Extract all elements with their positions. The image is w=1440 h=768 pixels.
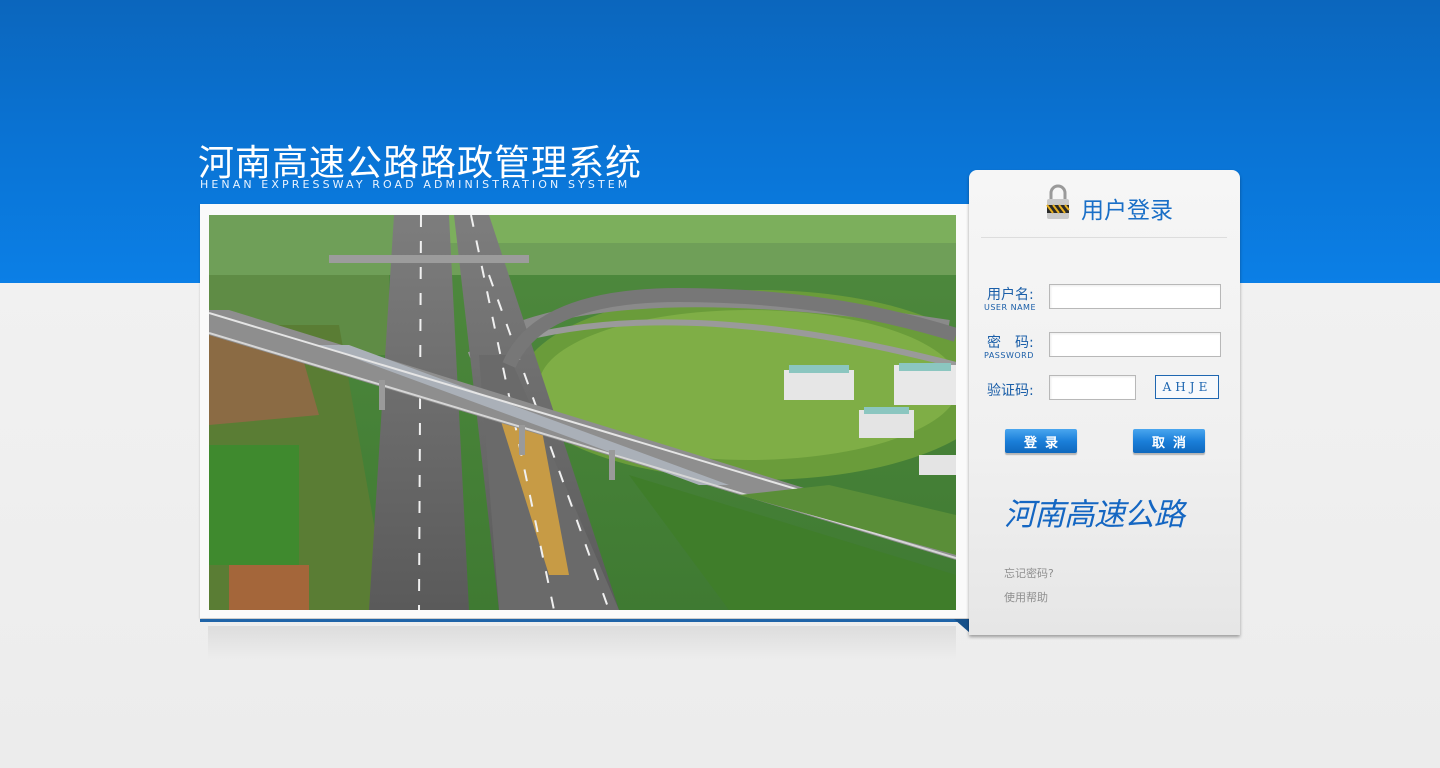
username-label: 用户名:	[987, 287, 1034, 303]
captcha-label: 验证码:	[987, 383, 1034, 399]
captcha-image[interactable]: AHJE	[1155, 375, 1219, 399]
password-label-en: Password	[984, 351, 1034, 360]
forgot-password-link[interactable]: 忘记密码?	[1004, 565, 1054, 581]
password-label: 密 码:	[987, 335, 1034, 351]
banner-underline	[200, 619, 970, 622]
login-button[interactable]: 登录	[1005, 429, 1077, 453]
banner-fold-corner	[954, 619, 970, 633]
username-input[interactable]	[1049, 284, 1221, 309]
username-label-en: User name	[984, 303, 1037, 312]
system-subtitle: Henan expressway road administration sys…	[200, 178, 631, 191]
lock-icon	[1046, 184, 1070, 219]
brand-signature-logo: 河南高速公路	[1004, 497, 1189, 533]
cancel-button[interactable]: 取消	[1133, 429, 1205, 453]
login-title: 用户登录	[1081, 198, 1173, 224]
password-input[interactable]	[1049, 332, 1221, 357]
highway-photo-illustration	[209, 215, 956, 610]
login-title-divider	[981, 237, 1227, 239]
banner-reflection	[208, 626, 956, 660]
help-link[interactable]: 使用帮助	[1004, 589, 1048, 605]
brand-signature-text: 河南高速公路	[1004, 497, 1188, 533]
highway-interchange-photo	[209, 215, 956, 610]
captcha-input[interactable]	[1049, 375, 1136, 400]
